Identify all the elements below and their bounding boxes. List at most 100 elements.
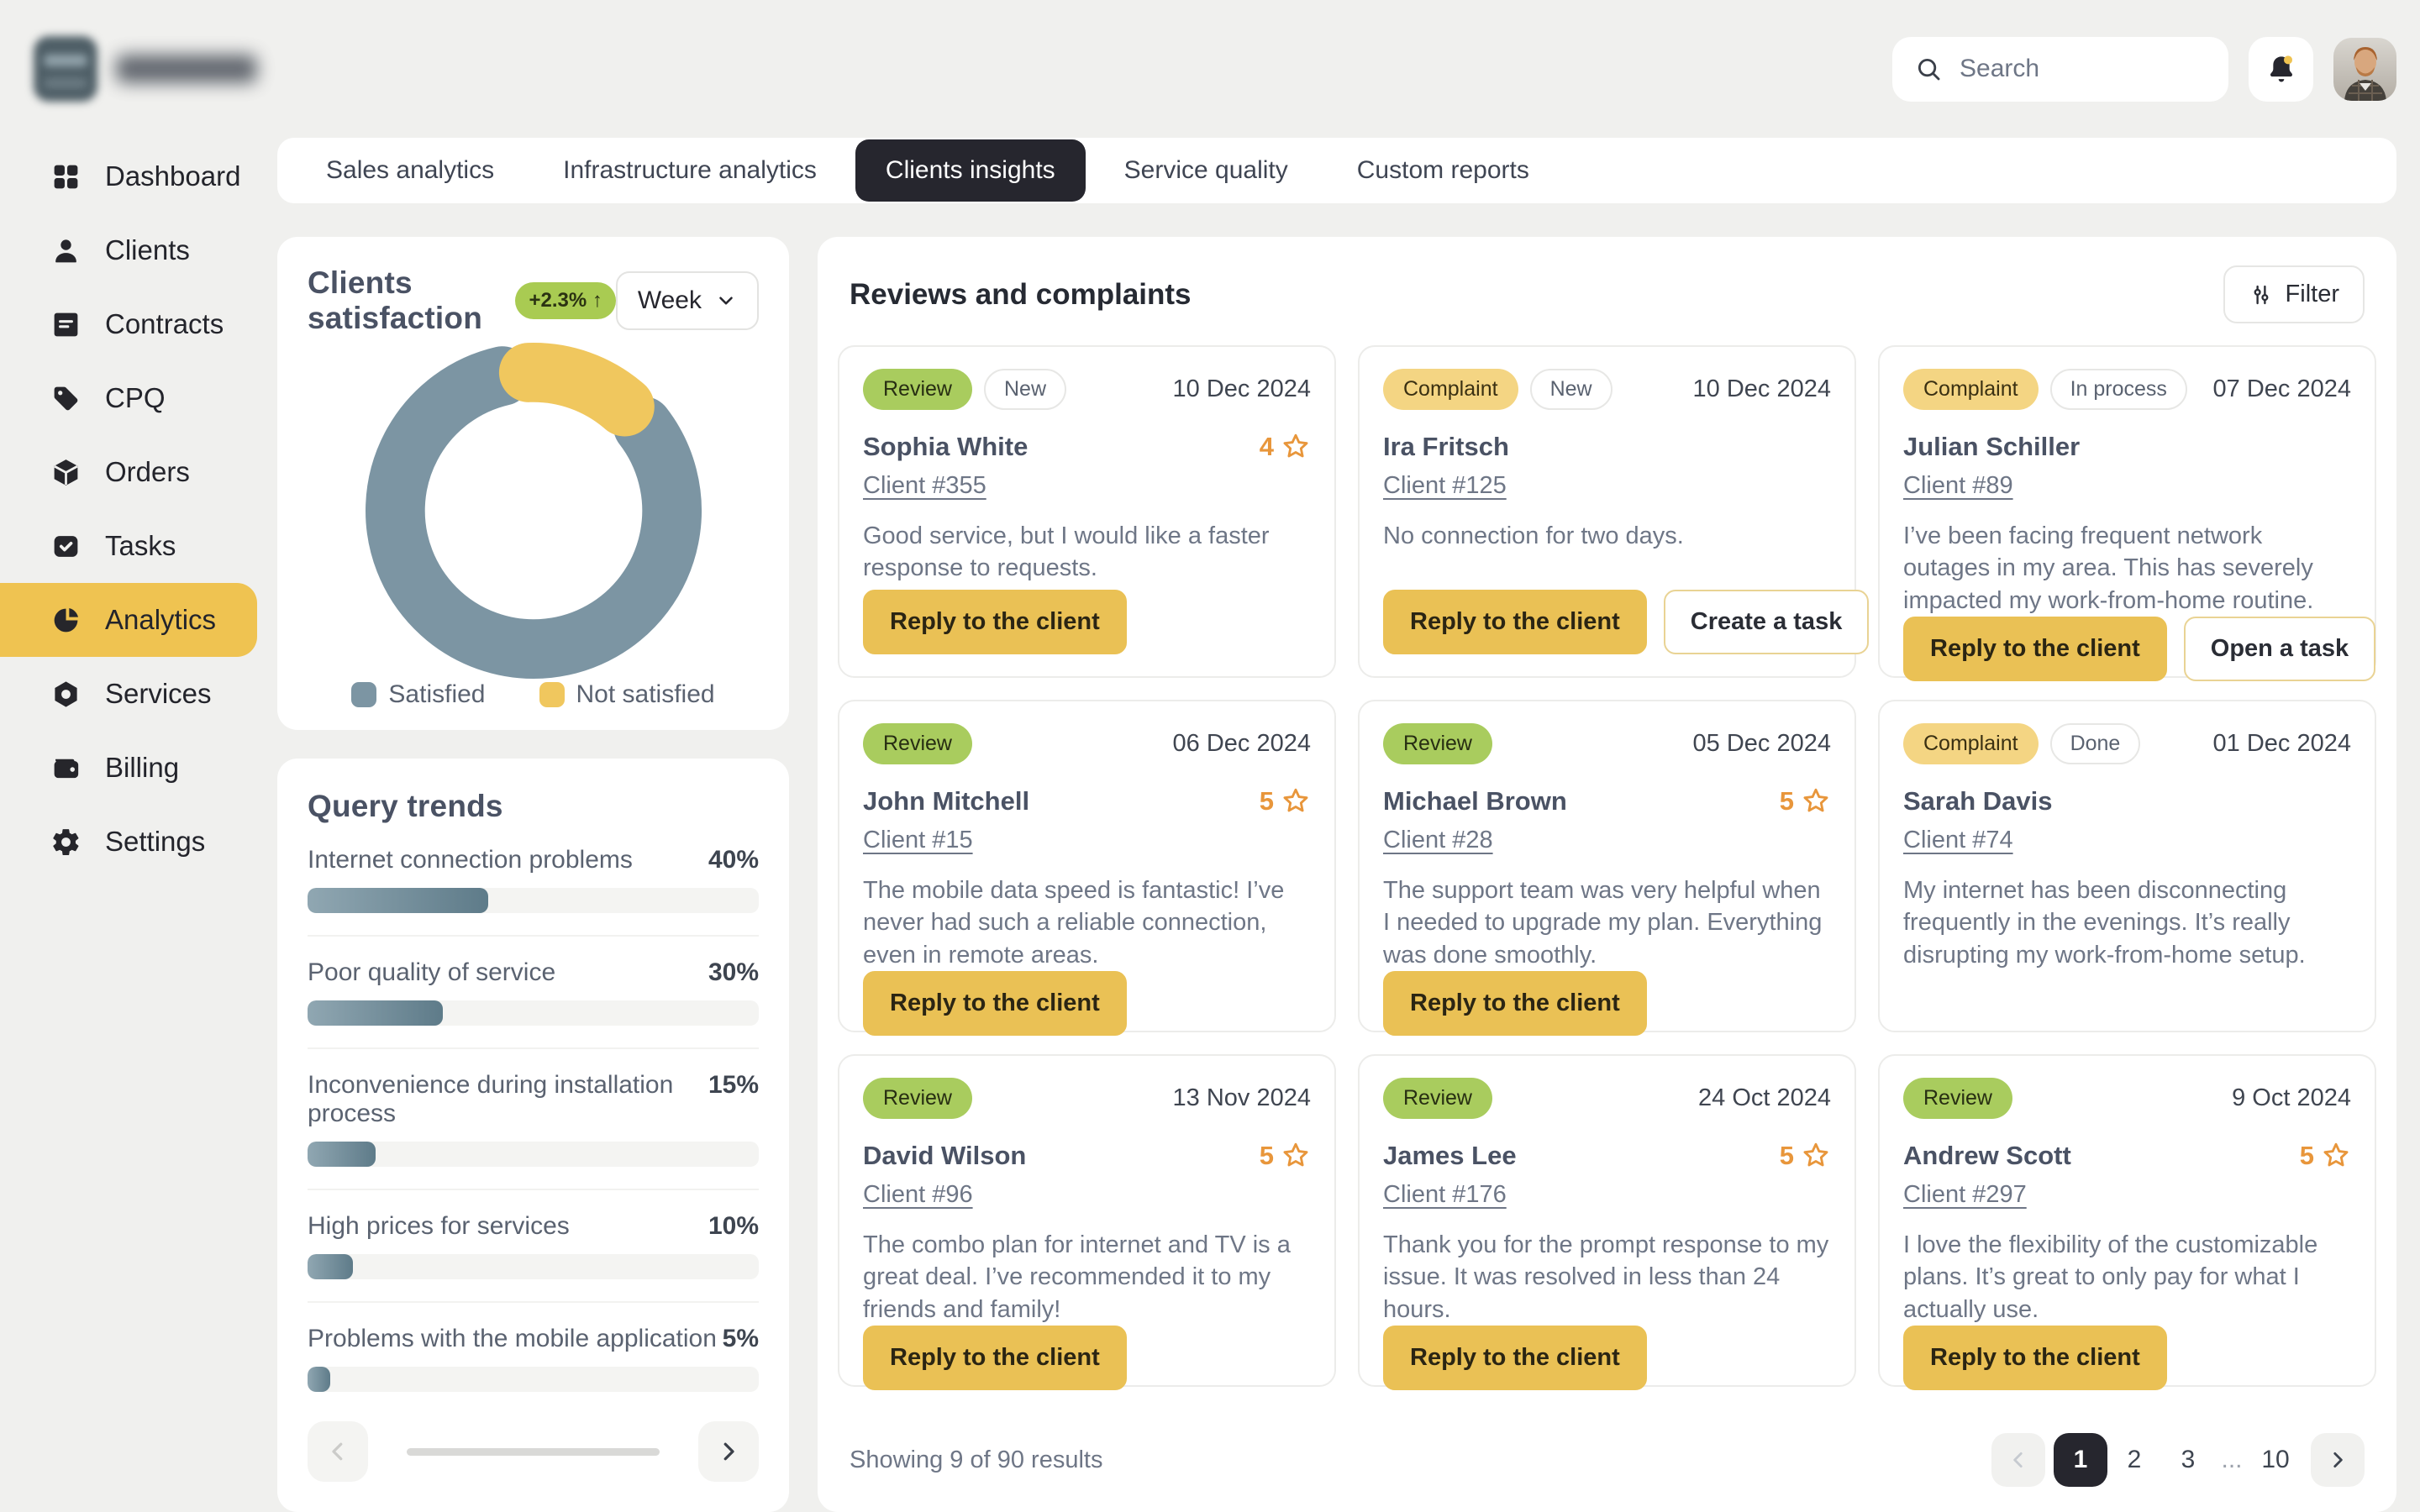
- star-icon: [1801, 786, 1831, 816]
- sidebar-item-settings[interactable]: Settings: [0, 805, 257, 879]
- sidebar-item-dashboard[interactable]: Dashboard: [0, 139, 257, 213]
- pagination-page-button[interactable]: ...: [2215, 1433, 2249, 1487]
- sidebar-item-contracts[interactable]: Contracts: [0, 287, 257, 361]
- sidebar-item-services[interactable]: Services: [0, 657, 257, 731]
- card-action-button[interactable]: Reply to the client: [863, 1326, 1127, 1390]
- review-card: Review 24 Oct 2024 James Lee 5: [1358, 1054, 1856, 1387]
- rating: 5: [1780, 1141, 1831, 1171]
- chevron-right-icon: [716, 1439, 741, 1464]
- card-actions: Reply to the clientCreate a task: [1383, 590, 1831, 654]
- card-status-badge: New: [984, 369, 1066, 410]
- app-root: Dashboard Clients Contracts CPQ Orders T…: [0, 0, 2420, 1512]
- tab-clients-insights[interactable]: Clients insights: [855, 139, 1086, 202]
- filter-button[interactable]: Filter: [2223, 265, 2365, 323]
- client-id-link[interactable]: Client #355: [863, 472, 986, 500]
- card-actions: Reply to the client: [863, 971, 1311, 1036]
- filter-sliders-icon: [2249, 282, 2274, 307]
- pagination: 123...10: [1991, 1433, 2365, 1487]
- rating: 5: [1780, 786, 1831, 816]
- trends-scroll-prev-button[interactable]: [308, 1421, 368, 1482]
- pagination-prev-button[interactable]: [1991, 1433, 2045, 1487]
- wallet-icon: [50, 753, 82, 784]
- review-card: Complaint New 10 Dec 2024 Ira Fritsch Cl…: [1358, 345, 1856, 678]
- satisfaction-change-badge: +2.3% ↑: [515, 282, 615, 319]
- client-id-link[interactable]: Client #28: [1383, 827, 1493, 854]
- card-date: 9 Oct 2024: [2232, 1084, 2351, 1112]
- client-id-link[interactable]: Client #15: [863, 827, 973, 854]
- card-action-button[interactable]: Open a task: [2184, 617, 2375, 681]
- client-id-link[interactable]: Client #96: [863, 1181, 973, 1209]
- review-text: Thank you for the prompt response to my …: [1383, 1229, 1831, 1326]
- review-text: My internet has been disconnecting frequ…: [1903, 874, 2351, 971]
- trends-scrollbar[interactable]: [407, 1448, 660, 1456]
- client-id-link[interactable]: Client #297: [1903, 1181, 2027, 1209]
- sidebar-item-cpq[interactable]: CPQ: [0, 361, 257, 435]
- satisfaction-header: Clients satisfaction +2.3% ↑ Week: [308, 265, 759, 336]
- trends-scroll-next-button[interactable]: [698, 1421, 759, 1482]
- client-id-link[interactable]: Client #125: [1383, 472, 1507, 500]
- chevron-down-icon: [715, 290, 737, 312]
- search-bar: [1892, 37, 2228, 102]
- card-actions: Reply to the client: [1903, 1326, 2351, 1390]
- search-input[interactable]: [1958, 54, 2207, 84]
- pagination-next-button[interactable]: [2311, 1433, 2365, 1487]
- rating-value: 5: [1260, 786, 1274, 816]
- sidebar-item-orders[interactable]: Orders: [0, 435, 257, 509]
- sidebar-item-analytics[interactable]: Analytics: [0, 583, 257, 657]
- sidebar-item-label: Contracts: [105, 308, 224, 340]
- trend-bar-track: [308, 1142, 759, 1167]
- review-card: Complaint In process 07 Dec 2024 Julian …: [1878, 345, 2376, 678]
- star-icon: [1281, 1141, 1311, 1171]
- card-action-button[interactable]: Reply to the client: [1383, 590, 1647, 654]
- client-id-link[interactable]: Client #74: [1903, 827, 2013, 854]
- trend-value: 5%: [723, 1325, 759, 1353]
- hexagon-nut-icon: [50, 679, 82, 710]
- review-text: The combo plan for internet and TV is a …: [863, 1229, 1311, 1326]
- pagination-page-button[interactable]: 2: [2107, 1433, 2161, 1487]
- card-type-badge: Complaint: [1903, 369, 2039, 410]
- sidebar-item-billing[interactable]: Billing: [0, 731, 257, 805]
- card-action-button[interactable]: Reply to the client: [1903, 1326, 2167, 1390]
- card-action-button[interactable]: Reply to the client: [863, 590, 1127, 654]
- trend-label: Inconvenience during installation proces…: [308, 1071, 708, 1128]
- sidebar-item-tasks[interactable]: Tasks: [0, 509, 257, 583]
- results-summary: Showing 9 of 90 results: [850, 1446, 1102, 1474]
- tab-custom-reports[interactable]: Custom reports: [1327, 139, 1560, 202]
- pagination-page-button[interactable]: 1: [2054, 1433, 2107, 1487]
- tab-infrastructure-analytics[interactable]: Infrastructure analytics: [533, 139, 847, 202]
- tab-sales-analytics[interactable]: Sales analytics: [296, 139, 524, 202]
- period-dropdown-value: Week: [638, 286, 702, 315]
- user-avatar[interactable]: [2333, 38, 2396, 101]
- client-id-link[interactable]: Client #176: [1383, 1181, 1507, 1209]
- review-card: Review New 10 Dec 2024 Sophia White 4: [838, 345, 1336, 678]
- rating-value: 5: [1780, 786, 1794, 816]
- app-logo: [34, 35, 277, 102]
- client-name: Ira Fritsch: [1383, 432, 1509, 462]
- client-id-link[interactable]: Client #89: [1903, 472, 2013, 500]
- pagination-page-button[interactable]: 10: [2249, 1433, 2302, 1487]
- rating-value: 5: [1260, 1141, 1274, 1171]
- card-action-button[interactable]: Reply to the client: [1383, 1326, 1647, 1390]
- pagination-page-button[interactable]: 3: [2161, 1433, 2215, 1487]
- card-status-badge: Done: [2050, 723, 2141, 764]
- card-action-button[interactable]: Reply to the client: [863, 971, 1127, 1036]
- client-name: Julian Schiller: [1903, 432, 2080, 462]
- notifications-button[interactable]: [2249, 37, 2313, 102]
- left-column: Clients satisfaction +2.3% ↑ Week: [277, 237, 789, 1512]
- card-action-button[interactable]: Create a task: [1664, 590, 1870, 654]
- client-name: John Mitchell: [863, 786, 1029, 816]
- period-dropdown[interactable]: Week: [616, 271, 759, 330]
- client-name: Sarah Davis: [1903, 786, 2053, 816]
- reviews-header: Reviews and complaints Filter: [838, 265, 2376, 323]
- topbar: [277, 0, 2396, 138]
- sidebar-item-clients[interactable]: Clients: [0, 213, 257, 287]
- query-trends-title: Query trends: [308, 789, 759, 824]
- trend-value: 40%: [708, 846, 759, 874]
- card-date: 10 Dec 2024: [1173, 375, 1311, 403]
- tab-service-quality[interactable]: Service quality: [1094, 139, 1318, 202]
- card-action-button[interactable]: Reply to the client: [1903, 617, 2167, 681]
- card-type-badge: Review: [1903, 1078, 2012, 1119]
- review-cards-grid: Review New 10 Dec 2024 Sophia White 4: [838, 345, 2376, 1387]
- card-action-button[interactable]: Reply to the client: [1383, 971, 1647, 1036]
- trend-value: 10%: [708, 1212, 759, 1241]
